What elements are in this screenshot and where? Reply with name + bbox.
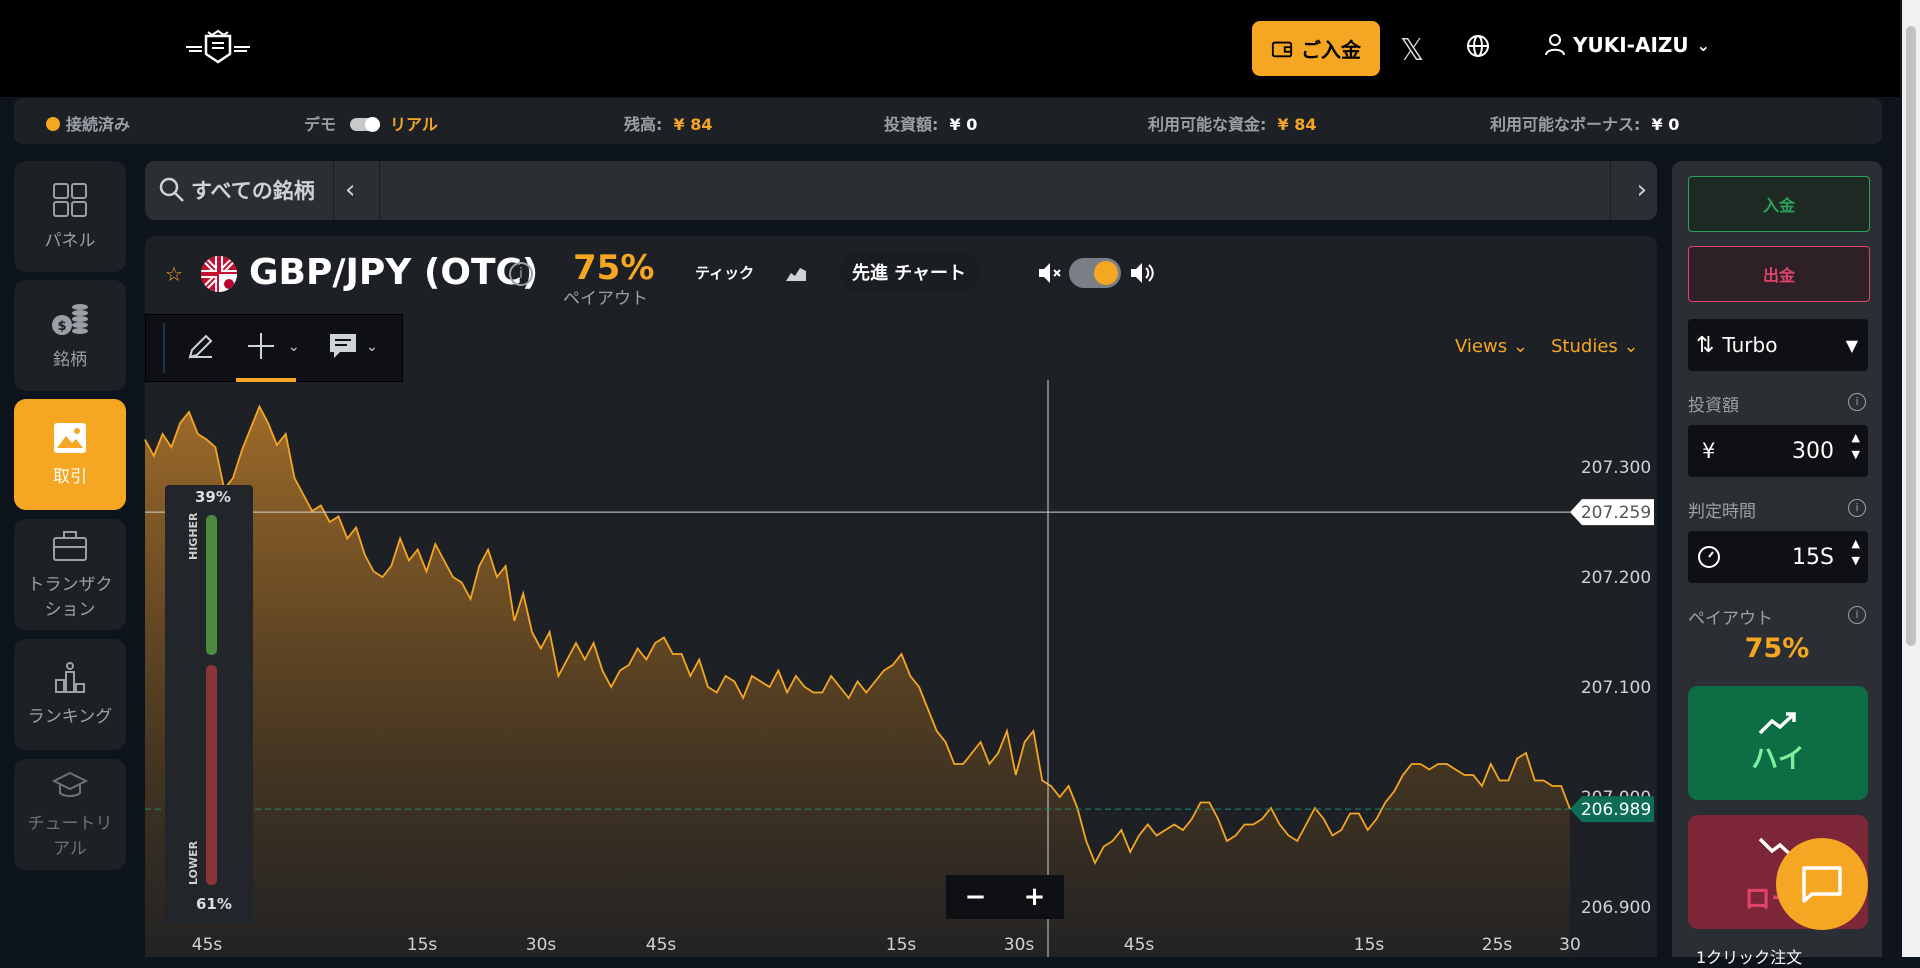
- high-button[interactable]: ハイ: [1688, 686, 1868, 800]
- one-click-label: 1クリック注文: [1696, 948, 1803, 967]
- trade-panel: 入金 出金 ⇅ Turbo ▼ 投資額 i ¥ 300 ▲ ▼ 判定時間 i 15…: [1672, 161, 1882, 967]
- increment-icon[interactable]: ▲: [1852, 537, 1860, 550]
- increment-icon[interactable]: ▲: [1852, 431, 1860, 444]
- info-icon[interactable]: i: [1848, 499, 1866, 517]
- zoom-out-button[interactable]: −: [946, 875, 1005, 919]
- crosshair-price-label: 207.259: [1581, 503, 1651, 523]
- deposit-side-button[interactable]: 入金: [1688, 176, 1870, 232]
- amount-label: 投資額: [1688, 396, 1739, 416]
- chat-bubble-icon: [1802, 866, 1842, 903]
- clock-icon: [1698, 546, 1720, 568]
- info-icon[interactable]: i: [1848, 606, 1866, 624]
- chevron-down-icon: ⌄: [1696, 35, 1711, 55]
- payout-side-label: ペイアウト: [1688, 609, 1773, 629]
- time-axis-label: 15s: [407, 935, 438, 955]
- scrollbar-thumb[interactable]: [1906, 26, 1916, 646]
- decrement-icon[interactable]: ▼: [1852, 448, 1860, 461]
- time-axis-label: 15s: [1354, 935, 1385, 955]
- chat-button[interactable]: [1776, 838, 1868, 930]
- withdraw-button[interactable]: 出金: [1688, 246, 1870, 302]
- time-axis-label: 30: [1559, 935, 1581, 955]
- higher-percent: 39%: [195, 488, 231, 506]
- price-axis-label: 206.900: [1581, 898, 1651, 918]
- duration-input[interactable]: 15S ▲ ▼: [1688, 531, 1868, 583]
- caret-down-icon: ▼: [1845, 335, 1858, 355]
- last-price-label: 206.989: [1581, 800, 1651, 820]
- up-down-arrows-icon: ⇅: [1696, 332, 1715, 358]
- time-axis-label: 30s: [1004, 935, 1035, 955]
- mode-value: Turbo: [1722, 333, 1778, 357]
- lower-percent: 61%: [196, 895, 232, 913]
- lower-label: LOWER: [187, 840, 200, 885]
- time-axis-label: 45s: [646, 935, 677, 955]
- amount-input[interactable]: ¥ 300 ▲ ▼: [1688, 425, 1868, 477]
- lower-bar: [206, 665, 217, 885]
- amount-stepper[interactable]: ▲ ▼: [1852, 431, 1860, 461]
- page-scrollbar[interactable]: [1902, 0, 1920, 957]
- amount-value[interactable]: 300: [1792, 439, 1834, 464]
- duration-label: 判定時間: [1688, 502, 1756, 522]
- higher-bar: [206, 515, 217, 655]
- zoom-in-button[interactable]: +: [1005, 875, 1064, 919]
- trend-up-icon: [1758, 711, 1796, 734]
- duration-value[interactable]: 15S: [1792, 545, 1834, 570]
- currency-symbol: ¥: [1702, 439, 1716, 463]
- time-axis-label: 15s: [886, 935, 917, 955]
- decrement-icon[interactable]: ▼: [1852, 554, 1860, 567]
- time-axis-label: 25s: [1482, 935, 1513, 955]
- zoom-controls: − +: [946, 875, 1064, 919]
- time-axis-label: 30s: [526, 935, 557, 955]
- info-icon[interactable]: i: [1848, 393, 1866, 411]
- duration-stepper[interactable]: ▲ ▼: [1852, 537, 1860, 567]
- high-label: ハイ: [1751, 743, 1805, 775]
- time-axis-label: 45s: [1124, 935, 1155, 955]
- payout-side-value: 75%: [1744, 633, 1810, 664]
- mode-select[interactable]: ⇅ Turbo ▼: [1688, 319, 1868, 371]
- time-axis-label: 45s: [192, 935, 223, 955]
- higher-label: HIGHER: [187, 512, 200, 560]
- price-axis-label: 207.200: [1581, 568, 1651, 588]
- price-axis-label: 207.100: [1581, 678, 1651, 698]
- price-axis-label: 207.300: [1581, 458, 1651, 478]
